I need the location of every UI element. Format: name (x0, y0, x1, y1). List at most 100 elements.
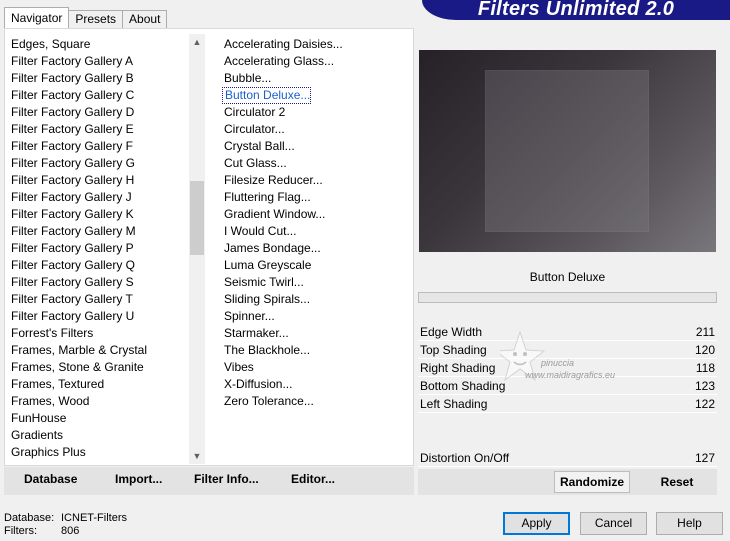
filter-row: Seismic Twirl... (222, 274, 407, 291)
filter-row: James Bondage... (222, 240, 407, 257)
filter-item[interactable]: Filesize Reducer... (222, 173, 323, 187)
filters-count: 806 (61, 525, 80, 537)
filter-row: The Blackhole... (222, 342, 407, 359)
category-item[interactable]: Graphics Plus (11, 444, 189, 461)
editor-button[interactable]: Editor... (291, 472, 335, 486)
banner-title: Filters Unlimited 2.0 (477, 0, 675, 20)
category-item[interactable]: Filter Factory Gallery J (11, 189, 189, 206)
slider-label: Right Shading (420, 361, 496, 375)
slider-value: 127 (694, 451, 715, 465)
progress-bar (418, 292, 717, 303)
category-item[interactable]: Gradients (11, 427, 189, 444)
filter-row: X-Diffusion... (222, 376, 407, 393)
category-item[interactable]: Filter Factory Gallery B (11, 70, 189, 87)
cancel-button[interactable]: Cancel (580, 512, 647, 535)
filter-row: Circulator... (222, 121, 407, 138)
slider-label: Top Shading (420, 343, 487, 357)
filter-row: Sliding Spirals... (222, 291, 407, 308)
randomize-button[interactable]: Randomize (554, 471, 630, 493)
filter-list[interactable]: Accelerating Daisies... Accelerating Glas… (222, 36, 407, 464)
category-item[interactable]: Frames, Textured (11, 376, 189, 393)
filter-row: Accelerating Glass... (222, 53, 407, 70)
category-scrollbar[interactable]: ▲ ▼ (189, 34, 205, 464)
category-item[interactable]: Filter Factory Gallery D (11, 104, 189, 121)
filter-row: Starmaker... (222, 325, 407, 342)
database-button[interactable]: Database (24, 472, 77, 486)
filter-item[interactable]: Crystal Ball... (222, 139, 295, 153)
database-value: ICNET-Filters (61, 512, 127, 524)
category-item[interactable]: Frames, Wood (11, 393, 189, 410)
slider-left-shading[interactable]: Left Shading 122 (418, 395, 717, 413)
category-item[interactable]: Filter Factory Gallery G (11, 155, 189, 172)
slider-label: Edge Width (420, 325, 483, 339)
category-item[interactable]: Filter Factory Gallery H (11, 172, 189, 189)
filter-item[interactable]: Starmaker... (222, 326, 289, 340)
filter-item[interactable]: Zero Tolerance... (222, 394, 314, 408)
category-item[interactable]: FunHouse (11, 410, 189, 427)
filter-item[interactable]: I Would Cut... (222, 224, 296, 238)
filter-item[interactable]: Bubble... (222, 71, 271, 85)
chevron-up-icon[interactable]: ▲ (189, 34, 205, 50)
category-item[interactable]: Filter Factory Gallery P (11, 240, 189, 257)
category-item[interactable]: Filter Factory Gallery A (11, 53, 189, 70)
filter-item-selected[interactable]: Button Deluxe... (222, 87, 312, 104)
category-item[interactable]: Filter Factory Gallery S (11, 274, 189, 291)
category-item[interactable]: Filter Factory Gallery U (11, 308, 189, 325)
category-item[interactable]: Frames, Stone & Granite (11, 359, 189, 376)
import-button[interactable]: Import... (115, 472, 162, 486)
filter-info-button[interactable]: Filter Info... (194, 472, 259, 486)
category-item[interactable]: Filter Factory Gallery F (11, 138, 189, 155)
filter-row: Circulator 2 (222, 104, 407, 121)
category-item[interactable]: Filter Factory Gallery C (11, 87, 189, 104)
category-item[interactable]: Edges, Square (11, 36, 189, 53)
filter-item[interactable]: Luma Greyscale (222, 258, 311, 272)
preview-button-face (485, 70, 649, 232)
category-item[interactable]: Filter Factory Gallery E (11, 121, 189, 138)
category-item[interactable]: Filter Factory Gallery T (11, 291, 189, 308)
filter-item[interactable]: Cut Glass... (222, 156, 287, 170)
category-item[interactable]: Filter Factory Gallery Q (11, 257, 189, 274)
reset-button[interactable]: Reset (644, 471, 710, 493)
scrollbar-thumb[interactable] (190, 181, 204, 255)
filter-row: Luma Greyscale (222, 257, 407, 274)
filter-item[interactable]: Circulator 2 (222, 105, 285, 119)
tab-about[interactable]: About (122, 10, 168, 28)
category-list[interactable]: Edges, Square Filter Factory Gallery A Fil… (11, 36, 189, 464)
filter-item[interactable]: Sliding Spirals... (222, 292, 310, 306)
filter-row: Button Deluxe... (222, 87, 407, 104)
slider-value: 123 (694, 379, 715, 393)
category-item[interactable]: Frames, Marble & Crystal (11, 342, 189, 359)
filter-row: Vibes (222, 359, 407, 376)
category-item[interactable]: Filter Factory Gallery M (11, 223, 189, 240)
filters-label: Filters: (4, 525, 37, 537)
filter-item[interactable]: X-Diffusion... (222, 377, 292, 391)
filter-item[interactable]: Accelerating Daisies... (222, 37, 343, 51)
filter-item[interactable]: Fluttering Flag... (222, 190, 311, 204)
slider-label: Left Shading (420, 397, 488, 411)
filter-item[interactable]: Vibes (222, 360, 254, 374)
filter-item[interactable]: Spinner... (222, 309, 275, 323)
filter-row: Accelerating Daisies... (222, 36, 407, 53)
filter-item[interactable]: The Blackhole... (222, 343, 310, 357)
slider-distortion[interactable]: Distortion On/Off 127 (418, 449, 717, 467)
filter-item[interactable]: Seismic Twirl... (222, 275, 304, 289)
filter-item[interactable]: Circulator... (222, 122, 285, 136)
filter-item[interactable]: Accelerating Glass... (222, 54, 334, 68)
filter-item[interactable]: Gradient Window... (222, 207, 325, 221)
category-item[interactable]: Filter Factory Gallery K (11, 206, 189, 223)
filter-preview (419, 50, 716, 252)
category-item[interactable]: Forrest's Filters (11, 325, 189, 342)
watermark-line2: www.maidiragrafics.eu (525, 370, 616, 380)
right-button-bar: Randomize Reset (418, 469, 717, 495)
tab-strip: Navigator Presets About (4, 7, 168, 28)
slider-label: Bottom Shading (420, 379, 506, 393)
filter-item[interactable]: James Bondage... (222, 241, 321, 255)
filter-row: Zero Tolerance... (222, 393, 407, 410)
tab-navigator[interactable]: Navigator (4, 7, 70, 28)
database-label: Database: (4, 512, 55, 524)
help-button[interactable]: Help (656, 512, 723, 535)
filter-row: Fluttering Flag... (222, 189, 407, 206)
chevron-down-icon[interactable]: ▼ (189, 448, 205, 464)
apply-button[interactable]: Apply (503, 512, 570, 535)
tab-presets[interactable]: Presets (68, 10, 124, 28)
